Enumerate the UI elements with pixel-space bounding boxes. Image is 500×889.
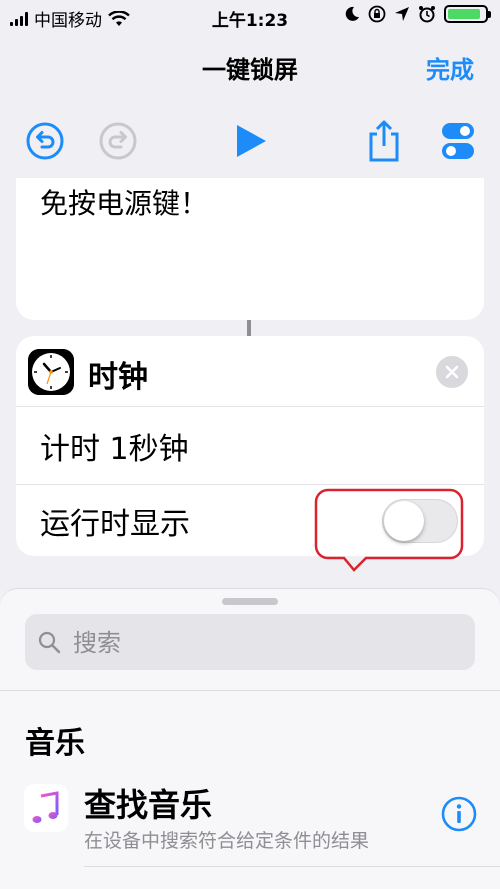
text-action-content[interactable]: 免按电源键！ <box>40 182 208 222</box>
show-when-run-label: 运行时显示 <box>40 507 190 542</box>
info-icon[interactable] <box>441 796 477 832</box>
share-icon[interactable] <box>364 120 404 162</box>
location-icon <box>395 7 409 21</box>
moon-icon <box>345 6 359 21</box>
action-connector <box>247 320 251 336</box>
timer-parameter-row[interactable]: 计时 1秒钟 <box>16 406 484 485</box>
text-action-card[interactable]: 免按电源键！ <box>16 178 484 320</box>
alarm-icon <box>419 6 435 23</box>
clock-action-header: 时钟 <box>16 336 484 407</box>
search-icon <box>38 631 61 654</box>
rotation-lock-icon <box>368 5 386 23</box>
undo-icon[interactable] <box>25 120 65 162</box>
close-icon[interactable] <box>436 356 468 388</box>
sheet-grabber[interactable] <box>222 598 278 605</box>
settings-icon[interactable] <box>438 120 478 162</box>
music-icon <box>24 784 68 832</box>
done-button[interactable]: 完成 <box>426 50 474 85</box>
status-bar: 中国移动 上午1:23 <box>0 0 500 34</box>
redo-icon[interactable] <box>98 120 138 162</box>
search-input[interactable] <box>71 624 455 662</box>
shortcut-title: 一键锁屏 <box>202 56 298 84</box>
music-section-title: 音乐 <box>25 726 85 761</box>
highlight-annotation <box>314 488 464 572</box>
search-bar[interactable] <box>25 614 475 670</box>
list-divider <box>84 866 500 867</box>
play-icon[interactable] <box>231 120 271 162</box>
clock-app-icon <box>28 349 74 395</box>
timer-parameter-label: 计时 1秒钟 <box>40 432 189 467</box>
sheet-divider <box>0 690 500 691</box>
clock-action-title: 时钟 <box>88 360 148 395</box>
battery-icon <box>444 5 491 23</box>
find-music-title[interactable]: 查找音乐 <box>84 780 212 826</box>
find-music-description: 在设备中搜索符合给定条件的结果 <box>84 830 370 852</box>
